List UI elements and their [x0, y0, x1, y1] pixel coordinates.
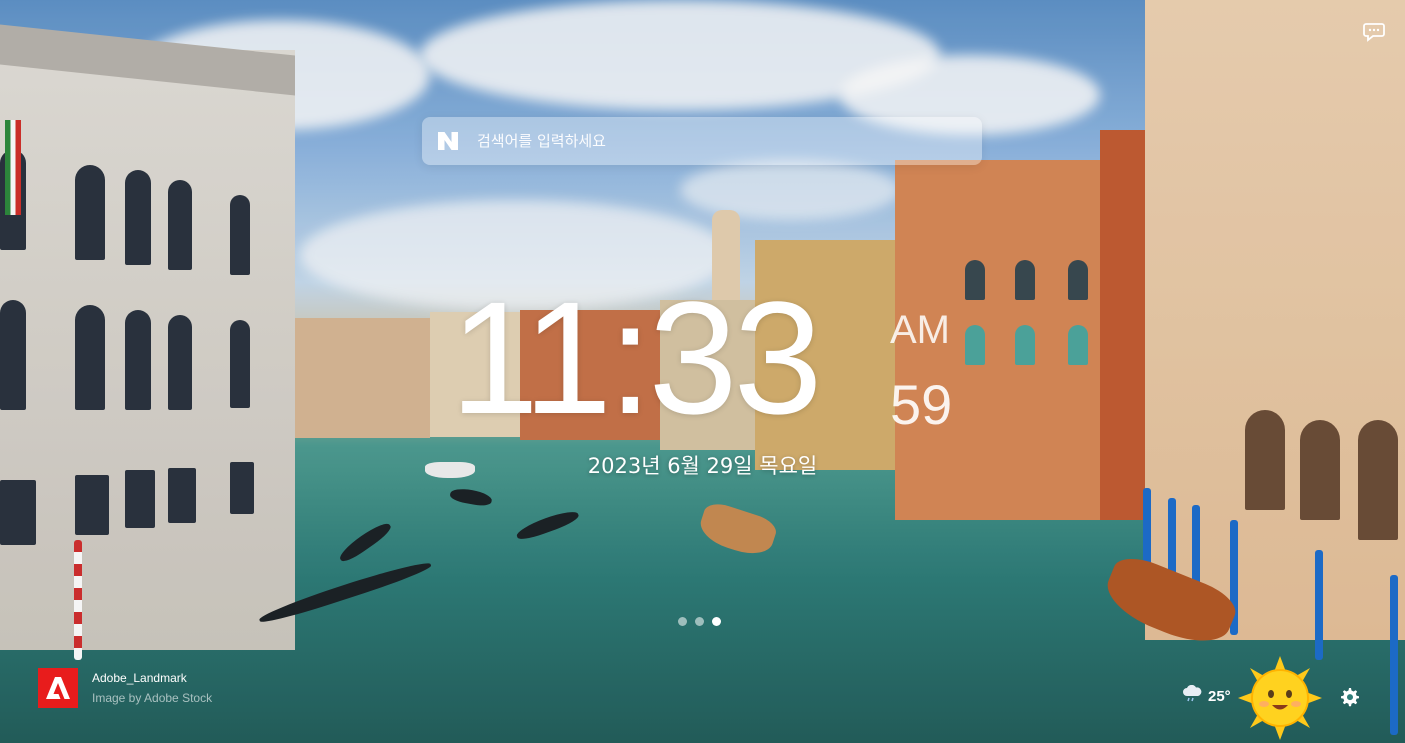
weather-temperature: 25°	[1208, 687, 1231, 705]
clock: 11:33 AM 59	[450, 278, 970, 440]
carousel-dot[interactable]	[695, 617, 704, 626]
credit-source: Image by Adobe Stock	[92, 691, 213, 705]
date-row: 2023년 6월 29일 목요일	[0, 450, 1405, 480]
image-credit[interactable]: Adobe_Landmark Image by Adobe Stock	[38, 668, 212, 708]
new-tab-page: 11:33 AM 59 2023년 6월 29일 목요일 Adobe_Landm…	[0, 0, 1405, 743]
naver-logo-icon[interactable]	[437, 130, 459, 152]
carousel-dots	[678, 617, 721, 626]
date-text: 2023년 6월 29일 목요일	[587, 454, 818, 478]
search-input[interactable]	[475, 116, 982, 166]
credit-name[interactable]: Adobe_Landmark	[92, 671, 212, 685]
clock-time: 11:33	[450, 268, 823, 447]
clock-seconds: 59	[890, 373, 953, 436]
search-bar[interactable]	[422, 116, 982, 166]
chat-bubble-icon[interactable]	[1363, 22, 1385, 42]
adobe-logo-icon[interactable]	[38, 668, 78, 708]
sun-character-icon[interactable]	[1236, 654, 1324, 742]
carousel-dot-active[interactable]	[712, 617, 721, 626]
clock-ampm: AM	[890, 308, 950, 352]
weather-widget[interactable]: 25°	[1182, 684, 1231, 707]
cloud-rain-icon	[1182, 684, 1202, 707]
gear-icon[interactable]	[1340, 687, 1360, 707]
carousel-dot[interactable]	[678, 617, 687, 626]
